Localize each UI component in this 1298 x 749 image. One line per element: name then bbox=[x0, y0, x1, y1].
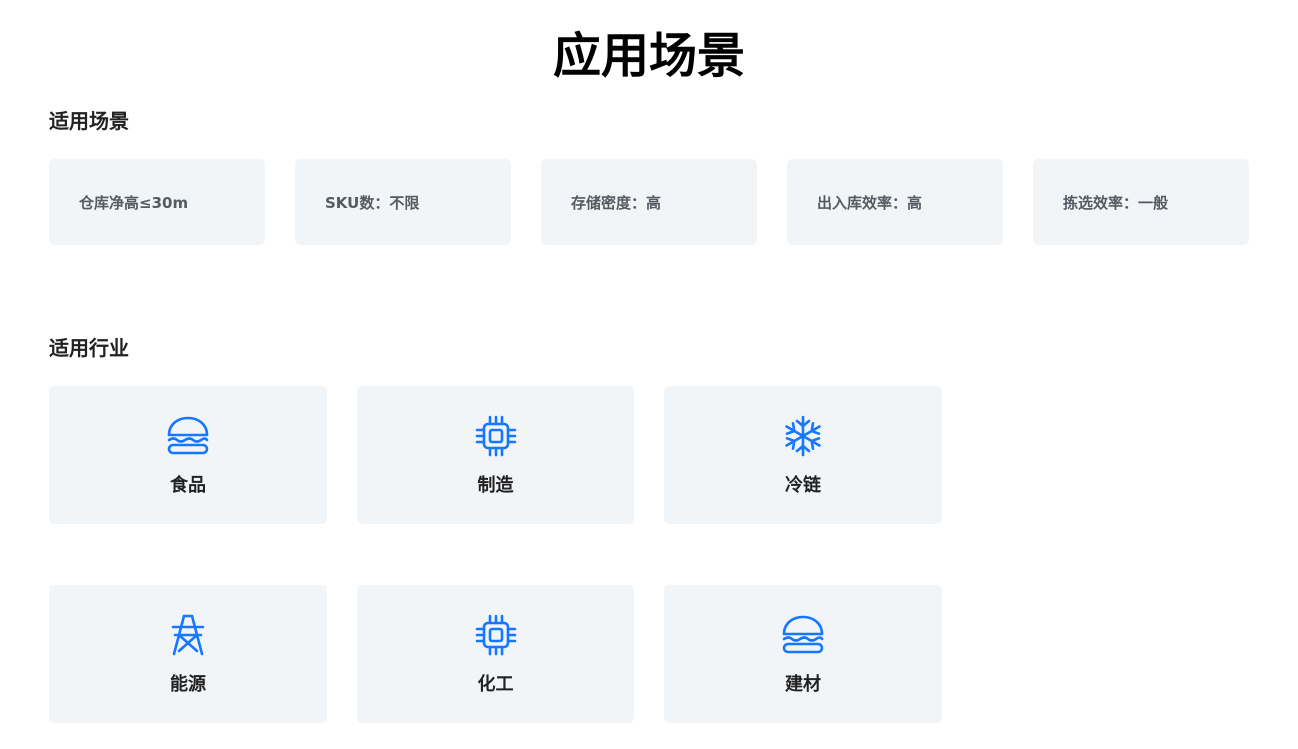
scenario-card-picking-efficiency: 拣选效率：一般 bbox=[1033, 159, 1249, 245]
industry-label: 冷链 bbox=[785, 475, 821, 496]
scenario-list: 仓库净高≤30m SKU数：不限 存储密度：高 出入库效率：高 拣选效率：一般 bbox=[49, 159, 1249, 245]
burger-icon bbox=[166, 414, 210, 458]
burger-icon bbox=[781, 613, 825, 657]
industry-label: 能源 bbox=[170, 674, 206, 695]
snowflake-icon bbox=[781, 414, 825, 458]
scenario-card-io-efficiency: 出入库效率：高 bbox=[787, 159, 1003, 245]
industry-label: 制造 bbox=[477, 475, 514, 496]
scenario-card-warehouse-height: 仓库净高≤30m bbox=[49, 159, 265, 245]
industry-label: 食品 bbox=[170, 475, 206, 496]
chip-icon bbox=[474, 613, 518, 657]
scenario-label: 仓库净高≤30m bbox=[79, 193, 189, 212]
industry-card-food[interactable]: 食品 bbox=[49, 386, 327, 524]
scenario-card-storage-density: 存储密度：高 bbox=[541, 159, 757, 245]
scenario-label: 存储密度：高 bbox=[571, 193, 662, 212]
industry-card-energy[interactable]: 能源 bbox=[49, 585, 327, 723]
industry-label: 建材 bbox=[785, 674, 821, 695]
industry-label: 化工 bbox=[477, 674, 514, 695]
industry-card-chemical[interactable]: 化工 bbox=[357, 585, 634, 723]
industry-card-cold-chain[interactable]: 冷链 bbox=[664, 386, 942, 524]
scenario-label: SKU数：不限 bbox=[325, 193, 420, 212]
scenario-card-sku: SKU数：不限 bbox=[295, 159, 511, 245]
scenario-label: 出入库效率：高 bbox=[817, 193, 923, 212]
scenarios-section-title: 适用场景 bbox=[49, 109, 129, 133]
industry-grid: 食品 制造 冷链 能源 化工 建材 bbox=[49, 386, 942, 723]
industries-section-title: 适用行业 bbox=[49, 336, 129, 360]
page-title: 应用场景 bbox=[552, 28, 745, 84]
chip-icon bbox=[474, 414, 518, 458]
power-tower-icon bbox=[166, 613, 210, 657]
industry-card-manufacturing[interactable]: 制造 bbox=[357, 386, 634, 524]
scenario-label: 拣选效率：一般 bbox=[1063, 193, 1169, 212]
industry-card-building-materials[interactable]: 建材 bbox=[664, 585, 942, 723]
